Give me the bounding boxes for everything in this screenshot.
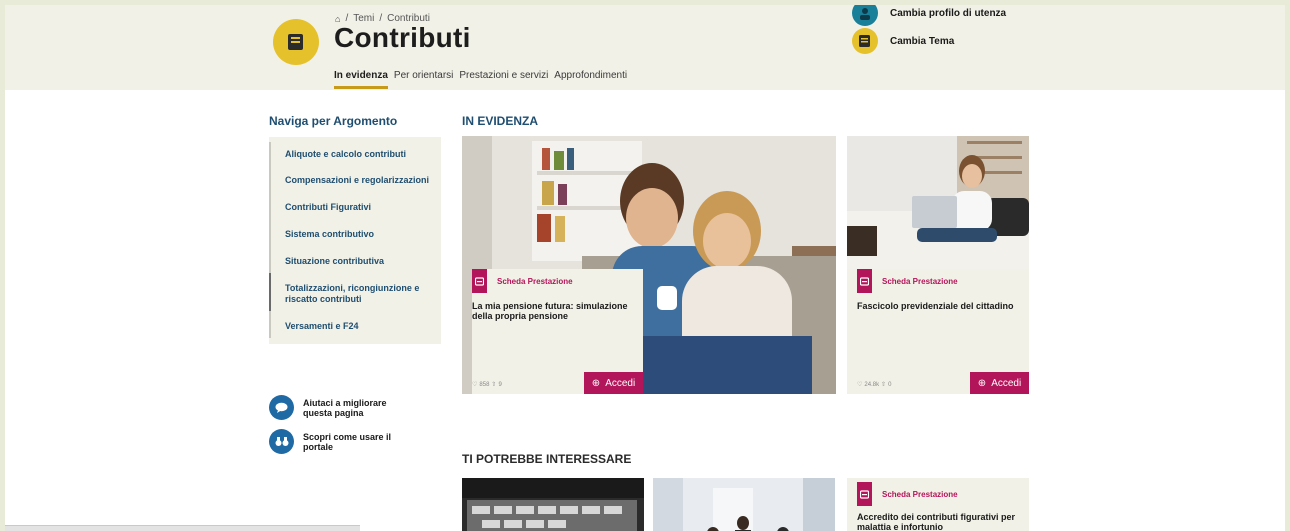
woman-laptop-photo xyxy=(847,136,1029,269)
page-title: Contributi xyxy=(334,22,471,53)
book-icon xyxy=(288,34,303,50)
sidebar-item-sistema-contributivo[interactable]: Sistema contributivo xyxy=(269,219,441,246)
page: ⌂ / Temi / Contributi Contributi In evid… xyxy=(5,5,1285,531)
accedi-button[interactable]: ⊕ Accedi xyxy=(970,372,1029,394)
meeting-photo xyxy=(653,478,835,531)
card-tag: Scheda Prestazione xyxy=(497,276,573,286)
suggested-title: TI POTREBBE INTERESSARE xyxy=(462,452,632,466)
tab-approfondimenti[interactable]: Approfondimenti xyxy=(554,70,627,89)
suggested-card-meeting[interactable] xyxy=(653,478,835,531)
card-stats: ♡ 24.8k ⇧ 0 xyxy=(857,381,892,389)
card-stats: ♡ 858 ⇧ 9 xyxy=(472,381,502,389)
tab-per-orientarsi[interactable]: Per orientarsi xyxy=(394,70,453,89)
change-theme-link[interactable]: Cambia Tema xyxy=(852,28,954,54)
highlight-card-pensione[interactable]: Scheda Prestazione La mia pensione futur… xyxy=(462,136,836,394)
service-sheet-icon xyxy=(857,269,872,293)
feedback-label: Aiutaci a migliorare questa pagina xyxy=(303,397,387,418)
sidebar-item-totalizzazioni[interactable]: Totalizzazioni, ricongiunzione e riscatt… xyxy=(269,273,441,311)
portal-guide-link[interactable]: Scopri come usare il portale xyxy=(269,429,403,454)
highlight-info-box: Scheda Prestazione Fascicolo previdenzia… xyxy=(847,269,1029,394)
service-sheet-icon xyxy=(857,482,872,506)
highlight-card-fascicolo[interactable]: Scheda Prestazione Fascicolo previdenzia… xyxy=(847,136,1029,394)
binoculars-icon xyxy=(269,429,294,454)
sidebar-title: Naviga per Argomento xyxy=(269,114,398,128)
arrow-circle-icon: ⊕ xyxy=(977,377,987,389)
change-theme-label: Cambia Tema xyxy=(890,35,955,47)
share-icon[interactable]: ⇧ xyxy=(491,381,496,388)
section-tabs: In evidenza Per orientarsi Prestazioni e… xyxy=(334,70,627,89)
suggested-card-accredito[interactable]: Scheda Prestazione Accredito dei contrib… xyxy=(847,478,1029,531)
tab-in-evidenza[interactable]: In evidenza xyxy=(334,70,388,89)
keyboard-photo xyxy=(462,478,644,531)
share-icon[interactable]: ⇧ xyxy=(881,381,886,388)
sidebar-item-situazione-contributiva[interactable]: Situazione contributiva xyxy=(269,246,441,273)
shares-count: 9 xyxy=(498,381,502,388)
card-title[interactable]: La mia pensione futura: simulazione dell… xyxy=(472,293,643,321)
accedi-button[interactable]: ⊕ Accedi xyxy=(584,372,643,394)
card-title[interactable]: Accredito dei contributi figurativi per … xyxy=(847,506,1029,531)
sidebar-item-contributi-figurativi[interactable]: Contributi Figurativi xyxy=(269,192,441,219)
sidebar-item-compensazioni[interactable]: Compensazioni e regolarizzazioni xyxy=(269,166,441,192)
change-profile-link[interactable]: Cambia profilo di utenza xyxy=(852,5,1006,26)
card-title[interactable]: Fascicolo previdenziale del cittadino xyxy=(847,293,1029,311)
heart-icon[interactable]: ♡ xyxy=(472,381,477,388)
card-tag: Scheda Prestazione xyxy=(882,489,958,499)
browser-status-bar xyxy=(5,525,360,531)
likes-count: 24.8k xyxy=(864,381,880,388)
sidebar-topic-list: Aliquote e calcolo contributi Compensazi… xyxy=(269,137,441,344)
user-icon xyxy=(852,5,878,26)
shares-count: 0 xyxy=(888,381,892,388)
change-profile-label: Cambia profilo di utenza xyxy=(890,7,1007,19)
card-tag: Scheda Prestazione xyxy=(882,276,958,286)
heart-icon[interactable]: ♡ xyxy=(857,381,862,388)
speech-bubble-icon xyxy=(269,395,294,420)
portal-guide-label: Scopri come usare il portale xyxy=(303,431,392,452)
arrow-circle-icon: ⊕ xyxy=(591,377,601,389)
sidebar-item-versamenti-f24[interactable]: Versamenti e F24 xyxy=(269,311,441,338)
highlight-info-box: Scheda Prestazione La mia pensione futur… xyxy=(472,269,643,394)
theme-badge xyxy=(273,19,319,65)
service-sheet-icon xyxy=(472,269,487,293)
likes-count: 858 xyxy=(479,381,490,388)
book-icon xyxy=(852,28,878,54)
tab-prestazioni-servizi[interactable]: Prestazioni e servizi xyxy=(459,70,548,89)
feedback-link[interactable]: Aiutaci a migliorare questa pagina xyxy=(269,395,413,420)
highlights-title: IN EVIDENZA xyxy=(462,114,539,128)
sidebar-item-aliquote[interactable]: Aliquote e calcolo contributi xyxy=(269,142,441,166)
page-header: ⌂ / Temi / Contributi Contributi In evid… xyxy=(5,5,1285,90)
suggested-card-keyboard[interactable] xyxy=(462,478,644,531)
